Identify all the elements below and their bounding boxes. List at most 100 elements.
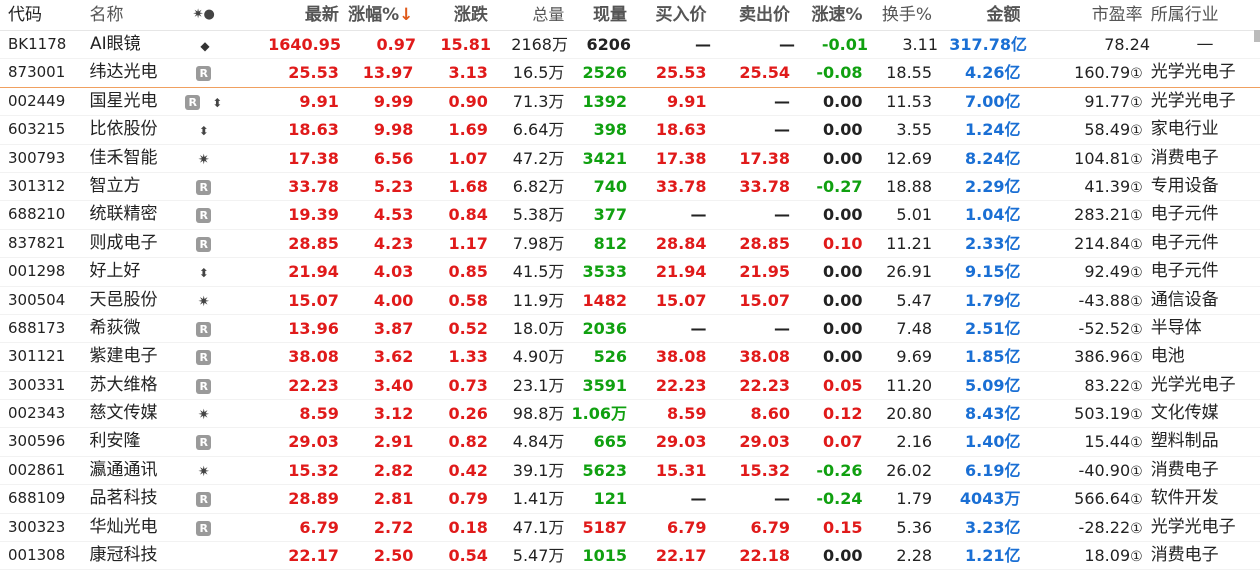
r-badge-icon: R xyxy=(196,492,212,508)
pe-marker-icon: ① xyxy=(1130,492,1143,509)
bid-price: 15.07 xyxy=(655,290,707,310)
turnover-rate: 9.69 xyxy=(896,347,933,367)
trade-amount: 9.15亿 xyxy=(964,262,1021,282)
pe-ratio: 18.09① xyxy=(1020,542,1142,569)
table-row[interactable]: 300323 华灿光电 R 6.79 2.72 0.18 47.1万 5187 6.79 6.79… xyxy=(0,514,1260,543)
table-row[interactable]: 873001 纬达光电 R 25.53 13.97 3.13 16.5万 2526 25.53 2… xyxy=(0,59,1260,88)
pe-marker-icon: ① xyxy=(1130,123,1143,140)
col-header-ind[interactable]: 所属行业 xyxy=(1143,0,1260,30)
stock-code: 837821 xyxy=(8,233,66,252)
total-volume: 39.1万 xyxy=(512,460,565,480)
r-badge-icon: R xyxy=(196,179,212,195)
table-row[interactable]: 001298 好上好 ⬍ 21.94 4.03 0.85 41.5万 3533 21.94 21.… xyxy=(0,258,1260,287)
change-speed: -0.27 xyxy=(816,176,863,196)
r-badge-icon: R xyxy=(196,208,212,224)
last-price: 18.63 xyxy=(288,120,339,140)
pe-value: 214.84 xyxy=(1074,233,1131,253)
stock-name: 智立方 xyxy=(89,175,141,196)
trade-amount: 4.26亿 xyxy=(964,63,1021,83)
flag-cell: R xyxy=(183,173,225,200)
col-header-cur[interactable]: 现量 xyxy=(564,0,627,30)
change-amount: 1.68 xyxy=(448,176,488,196)
col-header-turn[interactable]: 换手% xyxy=(863,0,932,30)
table-row[interactable]: BK1178 AI眼镜 ◆ 1640.95 0.97 15.81 2168万 6206 — — -0… xyxy=(0,31,1260,60)
turnover-rate: 20.80 xyxy=(886,404,933,424)
table-row[interactable]: 688210 统联精密 R 19.39 4.53 0.84 5.38万 377 — — 0.00 5.… xyxy=(0,201,1260,230)
pe-marker-icon: ① xyxy=(1130,151,1143,168)
col-header-pct[interactable]: 涨幅%↓ xyxy=(339,0,413,30)
col-header-chg[interactable]: 涨跌 xyxy=(413,0,488,30)
bid-price: 21.94 xyxy=(655,262,707,282)
table-row[interactable]: 002449 国星光电 R ⬍ 9.91 9.99 0.90 71.3万 1392 9.91—0.… xyxy=(0,88,1260,117)
last-price: 8.59 xyxy=(299,404,339,424)
stock-code: 873001 xyxy=(8,63,66,82)
table-row[interactable]: 300331 苏大维格 R 22.23 3.40 0.73 23.1万 3591 22.23 22… xyxy=(0,372,1260,401)
col-header-spd[interactable]: 涨速% xyxy=(790,0,862,30)
turnover-rate: 5.47 xyxy=(896,290,933,310)
industry: 光学光电子 xyxy=(1150,516,1236,537)
ask-price: — xyxy=(773,91,790,111)
table-row[interactable]: 300596 利安隆 R 29.03 2.91 0.82 4.84万 665 29.03 29.0… xyxy=(0,428,1260,457)
scrollbar-thumb[interactable] xyxy=(1254,30,1260,42)
last-price: 28.85 xyxy=(288,233,339,253)
pe-marker-icon: ① xyxy=(1130,66,1143,83)
col-header-ask[interactable]: 卖出价 xyxy=(707,0,790,30)
current-volume: 665 xyxy=(593,432,628,452)
col-header-flag[interactable]: ✷● xyxy=(183,0,225,30)
r-badge-icon: R xyxy=(196,378,212,394)
total-volume: 47.2万 xyxy=(512,148,565,168)
pe-value: 283.21 xyxy=(1074,205,1131,225)
ask-price: — xyxy=(773,205,790,225)
table-row[interactable]: 002343 慈文传媒 ✷ 8.59 3.12 0.26 98.8万 1.06万 8.59 8.6… xyxy=(0,400,1260,429)
r-badge-icon: R xyxy=(196,66,212,82)
ask-price: 8.60 xyxy=(750,404,790,424)
turnover-rate: 12.69 xyxy=(886,148,933,168)
total-volume: 4.90万 xyxy=(512,347,565,367)
flag-cell: R xyxy=(183,428,225,455)
r-badge-icon: R xyxy=(196,236,212,252)
table-row[interactable]: 837821 则成电子 R 28.85 4.23 1.17 7.98万 812 28.84 28.… xyxy=(0,230,1260,259)
pe-marker-icon: ① xyxy=(1130,236,1143,253)
table-row[interactable]: 002861 瀛通通讯 ✷ 15.32 2.82 0.42 39.1万 5623 15.31 15… xyxy=(0,457,1260,486)
change-pct: 9.99 xyxy=(373,91,414,111)
table-row[interactable]: 603215 比依股份 ⬍ 18.63 9.98 1.69 6.64万 398 18.63 — 0.… xyxy=(0,116,1260,145)
flag-cell: R xyxy=(183,343,225,370)
industry: 专用设备 xyxy=(1150,175,1219,196)
change-pct: 4.23 xyxy=(373,233,414,253)
table-row[interactable]: 688173 希荻微 R 13.96 3.87 0.52 18.0万 2036 — — 0.00 7.… xyxy=(0,315,1260,344)
r-badge-icon: R xyxy=(196,435,212,451)
bid-price: 8.59 xyxy=(667,404,707,424)
col-header-last[interactable]: 最新 xyxy=(225,0,339,30)
col-header-amt[interactable]: 金额 xyxy=(932,0,1020,30)
table-row[interactable]: 300793 佳禾智能 ✷ 17.38 6.56 1.07 47.2万 3421 17.38 17… xyxy=(0,145,1260,173)
table-row[interactable]: 001308 康冠科技 22.17 2.50 0.54 5.47万 1015 22.17 22.… xyxy=(0,542,1260,570)
ask-price: 38.08 xyxy=(739,347,790,367)
table-row[interactable]: 300504 天邑股份 ✷ 15.07 4.00 0.58 11.9万 1482 15.07 15… xyxy=(0,287,1260,315)
col-header-code[interactable]: 代码 xyxy=(0,0,86,30)
table-row[interactable]: 301121 紫建电子 R 38.08 3.62 1.33 4.90万 526 38.08 38.… xyxy=(0,343,1260,372)
table-row[interactable]: 688109 品茗科技 R 28.89 2.81 0.79 1.41万 121 — — -0.24 1… xyxy=(0,485,1260,514)
total-volume: 1.41万 xyxy=(512,489,565,509)
industry: 消费电子 xyxy=(1150,545,1219,566)
industry: 家电行业 xyxy=(1150,119,1219,140)
turnover-rate: 7.48 xyxy=(896,318,933,338)
col-header-name[interactable]: 名称 xyxy=(86,0,183,30)
pe-marker-icon: ① xyxy=(1130,179,1143,196)
pe-value: 78.24 xyxy=(1104,35,1150,54)
trade-amount: 7.00亿 xyxy=(964,91,1021,111)
last-price: 15.07 xyxy=(288,290,339,310)
stock-name: 利安隆 xyxy=(89,431,141,452)
table-row[interactable]: 301312 智立方 R 33.78 5.23 1.68 6.82万 740 33.78 33.7… xyxy=(0,173,1260,202)
pe-marker-icon: ① xyxy=(1130,350,1143,367)
trade-amount: 6.19亿 xyxy=(964,460,1021,480)
col-header-pe[interactable]: 市盈率 xyxy=(1020,0,1143,30)
col-header-bid[interactable]: 买入价 xyxy=(627,0,707,30)
change-pct: 4.53 xyxy=(373,205,414,225)
change-speed: 0.00 xyxy=(823,205,863,225)
col-header-vol[interactable]: 总量 xyxy=(488,0,564,30)
bid-price: — xyxy=(690,318,707,338)
bid-price: 17.38 xyxy=(655,148,707,168)
stock-name: 紫建电子 xyxy=(89,346,158,367)
r-badge-icon: R xyxy=(196,520,212,536)
trade-amount: 1.21亿 xyxy=(964,546,1021,566)
